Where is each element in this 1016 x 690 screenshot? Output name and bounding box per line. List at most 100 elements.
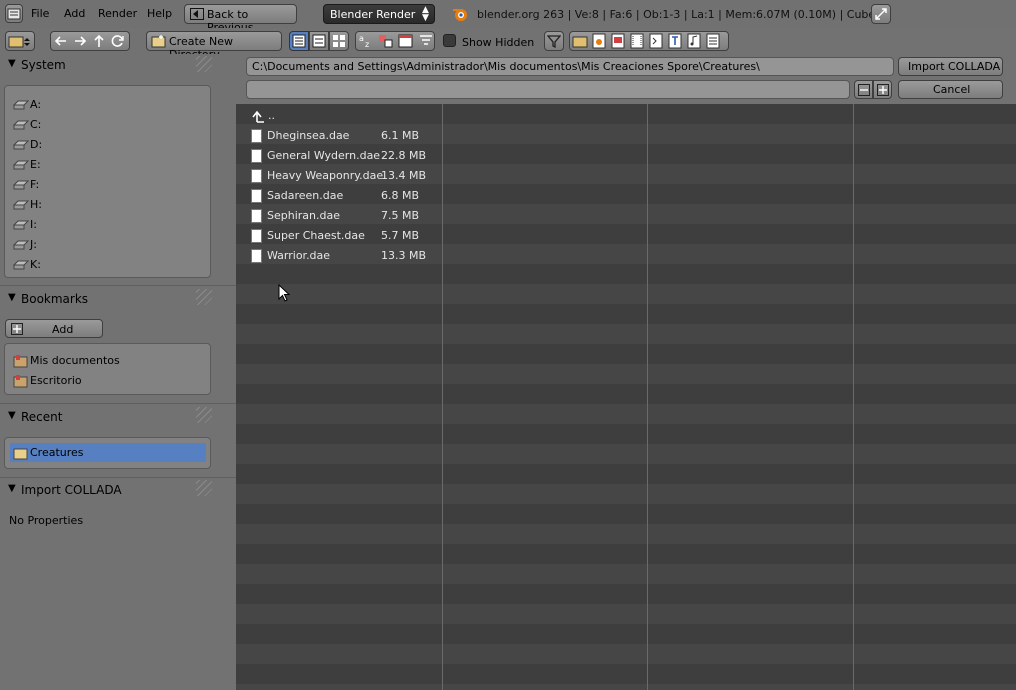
bookmarks-panel-header[interactable]: ▼ Bookmarks <box>0 292 216 314</box>
file-item[interactable]: Sadareen.dae 6.8 MB <box>251 186 441 206</box>
back-arrow-icon[interactable] <box>53 33 69 49</box>
drive-item[interactable]: C: <box>13 115 203 135</box>
file-size: 6.8 MB <box>381 189 420 202</box>
menu-render[interactable]: Render <box>98 7 137 20</box>
thumbnails-button[interactable] <box>329 31 349 51</box>
forward-arrow-icon[interactable] <box>72 33 88 49</box>
refresh-icon[interactable] <box>110 33 126 49</box>
editor-type-file-browser[interactable] <box>5 31 35 51</box>
filter-image-icon[interactable] <box>610 33 626 49</box>
file-item[interactable]: Warrior.dae 13.3 MB <box>251 246 441 266</box>
file-name: Sephiran.dae <box>267 209 340 222</box>
directory-path-field[interactable]: C:\Documents and Settings\Administrador\… <box>246 57 894 76</box>
back-icon <box>190 8 204 20</box>
cancel-button[interactable]: Cancel <box>898 80 1003 99</box>
bookmarks-list: Mis documentos Escritorio <box>4 343 211 395</box>
filter-toggle-button[interactable] <box>544 31 564 51</box>
recent-label: Creatures <box>30 446 84 459</box>
drive-item[interactable]: E: <box>13 155 203 175</box>
file-size: 7.5 MB <box>381 209 420 222</box>
drive-item[interactable]: A: <box>13 95 203 115</box>
file-list-area: .. Dheginsea.dae 6.1 MB General Wydern.dae 2… <box>236 104 1016 690</box>
disclosure-triangle-icon: ▼ <box>8 410 16 421</box>
menu-help[interactable]: Help <box>147 7 172 20</box>
panel-drag-grip-icon[interactable] <box>196 56 212 72</box>
file-item[interactable]: Super Chaest.dae 5.7 MB <box>251 226 441 246</box>
panel-drag-grip-icon[interactable] <box>196 289 212 305</box>
create-new-directory-button[interactable]: Create New Directory <box>146 31 282 61</box>
menu-add[interactable]: Add <box>64 7 85 20</box>
filter-script-icon[interactable] <box>648 33 664 49</box>
updown-arrows-icon: ▲ ▼ <box>422 5 429 23</box>
sort-type-icon[interactable] <box>378 33 394 49</box>
sort-alpha-icon[interactable]: az <box>358 33 374 49</box>
drive-item[interactable]: H: <box>13 195 203 215</box>
drive-item[interactable]: J: <box>13 235 203 255</box>
no-properties-text: No Properties <box>9 514 84 527</box>
fullscreen-button[interactable] <box>871 4 891 24</box>
bookmark-item[interactable]: Mis documentos <box>13 351 203 371</box>
drive-item[interactable]: F: <box>13 175 203 195</box>
drive-label: F: <box>30 178 40 191</box>
drive-label: H: <box>30 198 42 211</box>
show-hidden-checkbox[interactable] <box>443 34 456 47</box>
file-icon <box>251 149 262 163</box>
file-size: 13.3 MB <box>381 249 427 262</box>
file-item[interactable]: Heavy Weaponry.dae 13.4 MB <box>251 166 441 186</box>
drive-item[interactable]: K: <box>13 255 203 275</box>
disclosure-triangle-icon: ▼ <box>8 292 16 303</box>
operator-panel-header[interactable]: ▼ Import COLLADA <box>0 483 216 505</box>
decrement-filename-button[interactable] <box>854 80 873 99</box>
filter-blend-icon[interactable] <box>591 33 607 49</box>
editor-type-button[interactable] <box>5 4 23 23</box>
file-icon <box>251 249 262 263</box>
parent-arrow-icon <box>252 110 264 123</box>
panel-drag-grip-icon[interactable] <box>196 407 212 423</box>
filename-field[interactable] <box>246 80 850 99</box>
minus-icon <box>858 84 870 96</box>
add-bookmark-button[interactable]: Add <box>5 319 103 338</box>
recent-item[interactable]: Creatures <box>10 443 206 462</box>
drive-item[interactable]: I: <box>13 215 203 235</box>
file-item[interactable]: General Wydern.dae 22.8 MB <box>251 146 441 166</box>
new-folder-icon <box>151 35 166 48</box>
panel-drag-grip-icon[interactable] <box>196 480 212 496</box>
drive-item[interactable]: D: <box>13 135 203 155</box>
back-to-previous-button[interactable]: Back to Previous <box>184 4 297 34</box>
svg-text:a: a <box>359 34 364 43</box>
drive-icon <box>13 160 29 170</box>
import-collada-button[interactable]: Import COLLADA <box>898 57 1003 76</box>
filter-movie-icon[interactable] <box>629 33 645 49</box>
menu-file[interactable]: File <box>31 7 49 20</box>
file-item[interactable]: Dheginsea.dae 6.1 MB <box>251 126 441 146</box>
sort-size-icon[interactable] <box>418 33 434 49</box>
parent-directory-item[interactable]: .. <box>252 106 432 126</box>
drive-icon <box>13 200 29 210</box>
parent-dir-icon[interactable] <box>91 33 107 49</box>
filter-folder-icon[interactable] <box>572 33 588 49</box>
file-name: Super Chaest.dae <box>267 229 365 242</box>
sort-date-icon[interactable] <box>398 33 414 49</box>
filter-sound-icon[interactable] <box>686 33 702 49</box>
recent-panel-header[interactable]: ▼ Recent <box>0 410 216 432</box>
file-item[interactable]: Sephiran.dae 7.5 MB <box>251 206 441 226</box>
filter-text-icon[interactable] <box>705 33 721 49</box>
bookmark-label: Mis documentos <box>30 354 120 367</box>
import-collada-label: Import COLLADA <box>908 60 1001 73</box>
cancel-label: Cancel <box>933 83 971 96</box>
render-engine-select[interactable]: Blender Render ▲ ▼ <box>323 4 435 24</box>
folder-icon <box>13 448 28 460</box>
nav-buttons-group <box>50 31 130 51</box>
increment-filename-button[interactable] <box>873 80 892 99</box>
drive-icon <box>13 180 29 190</box>
info-editor-icon <box>7 8 21 20</box>
file-name: Dheginsea.dae <box>267 129 350 142</box>
drive-label: K: <box>30 258 41 271</box>
short-list-button[interactable] <box>289 31 309 51</box>
filter-font-icon[interactable] <box>667 33 683 49</box>
bookmark-item[interactable]: Escritorio <box>13 371 203 391</box>
long-list-button[interactable] <box>309 31 329 51</box>
bookmark-label: Escritorio <box>30 374 82 387</box>
system-panel-header[interactable]: ▼ System <box>0 58 216 80</box>
file-size: 6.1 MB <box>381 129 420 142</box>
